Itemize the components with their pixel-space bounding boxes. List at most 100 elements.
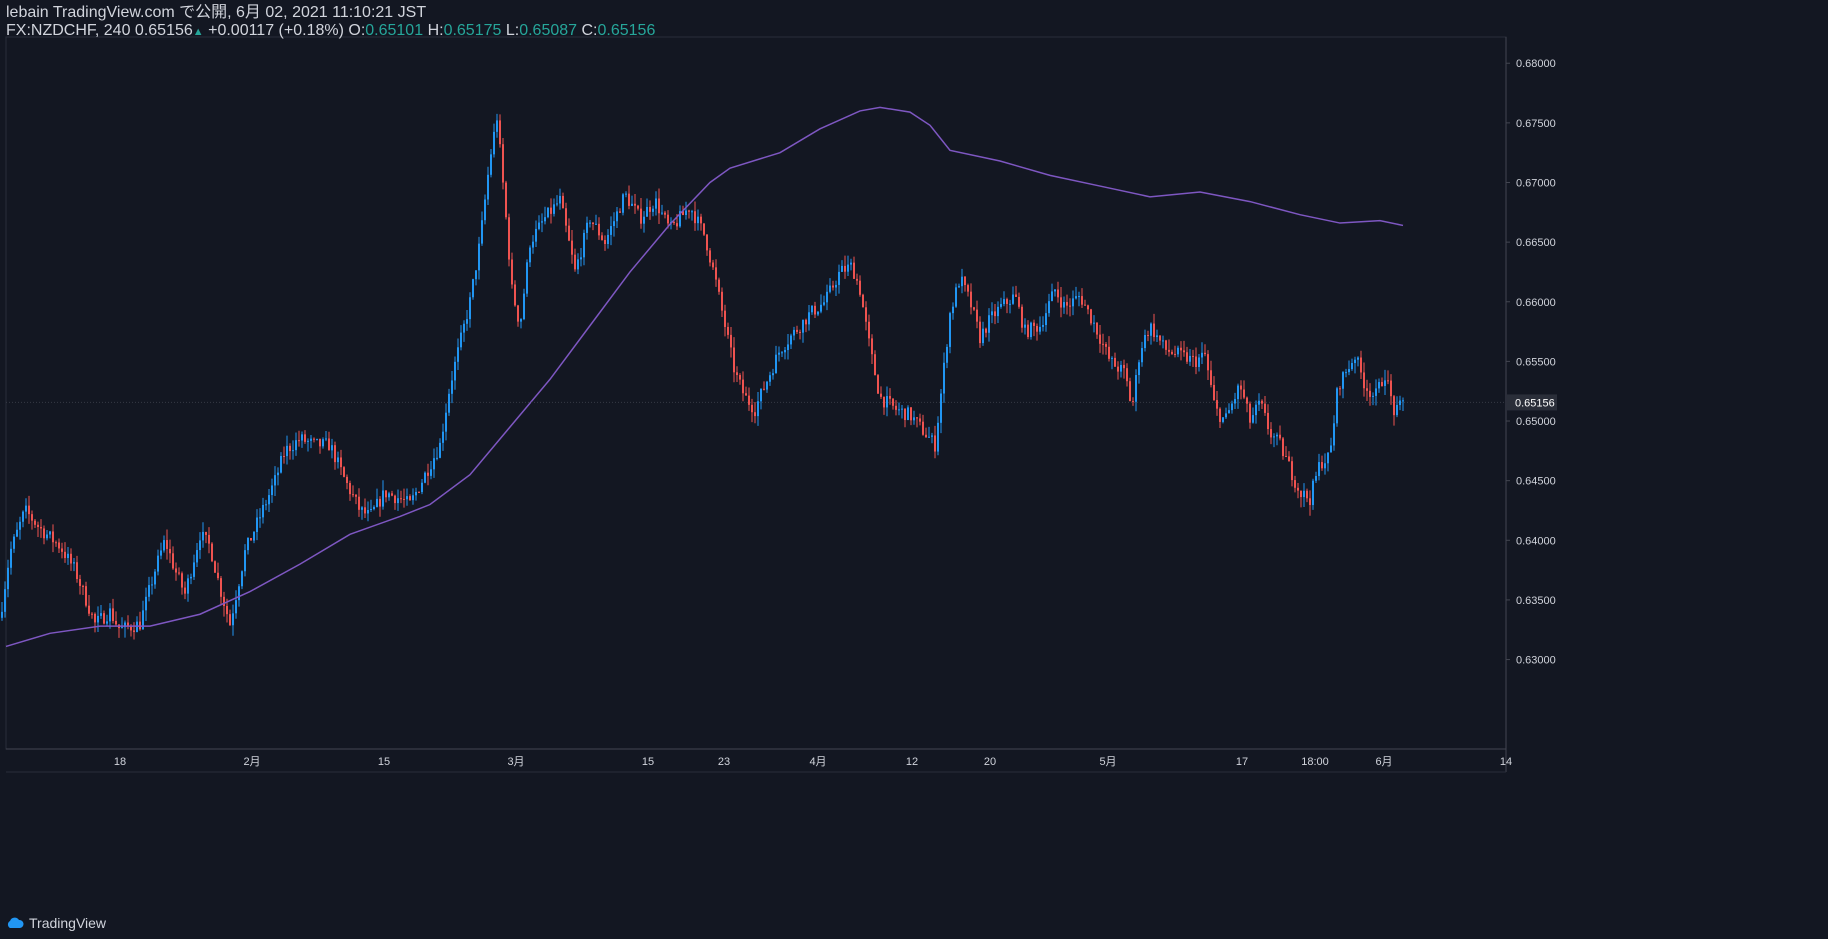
candle-body: [907, 407, 909, 421]
candle-body: [868, 321, 870, 339]
candle-body: [82, 585, 84, 587]
candle-body: [274, 475, 276, 486]
candle-body: [1318, 462, 1320, 476]
candle-body: [46, 534, 48, 539]
candle-body: [538, 222, 540, 229]
candle-body: [796, 329, 798, 332]
time-tick-label: 3月: [507, 756, 524, 768]
candle-body: [625, 193, 627, 195]
candle-body: [169, 548, 171, 554]
candle-body: [523, 293, 525, 320]
candle-body: [1000, 304, 1002, 307]
candle-body: [613, 221, 615, 227]
candle-body: [1267, 412, 1269, 430]
candle-body: [949, 313, 951, 347]
candle-body: [751, 404, 753, 413]
tradingview-logo[interactable]: TradingView: [6, 915, 106, 931]
candle-body: [517, 305, 519, 322]
candle-body: [688, 210, 690, 212]
symbol-label[interactable]: FX:NZDCHF, 240: [6, 22, 130, 39]
candle-body: [178, 572, 180, 574]
candle-body: [1312, 480, 1314, 506]
candle-body: [1273, 436, 1275, 438]
candle-body: [1330, 445, 1332, 453]
time-tick-label: 17: [1236, 756, 1248, 768]
candle-body: [1234, 399, 1236, 404]
candle-body: [1108, 346, 1110, 359]
candle-body: [712, 262, 714, 268]
candle-body: [301, 434, 303, 441]
candle-body: [829, 285, 831, 292]
candle-body: [1291, 461, 1293, 481]
candle-body: [385, 490, 387, 498]
price-tick-label: 0.65500: [1516, 356, 1556, 368]
candle-body: [508, 217, 510, 260]
candle-body: [1165, 340, 1167, 350]
candle-body: [1174, 353, 1176, 355]
candle-body: [163, 540, 165, 551]
candle-body: [970, 291, 972, 308]
candle-body: [1189, 355, 1191, 362]
candle-body: [532, 241, 534, 248]
candle-body: [655, 198, 657, 209]
time-tick-label: 6月: [1375, 756, 1392, 768]
candle-body: [418, 491, 420, 493]
candle-body: [466, 319, 468, 324]
candle-body: [10, 548, 12, 568]
candle-body: [781, 352, 783, 354]
candle-body: [1120, 364, 1122, 372]
candle-body: [721, 291, 723, 311]
candle-body: [649, 206, 651, 212]
candle-body: [793, 329, 795, 336]
candle-body: [850, 262, 852, 265]
candle-body: [49, 531, 51, 535]
candle-body: [1252, 415, 1254, 423]
candle-body: [790, 335, 792, 345]
candle-body: [421, 482, 423, 493]
candle-body: [799, 331, 801, 333]
brand-name: TradingView: [29, 915, 107, 931]
candle-body: [1117, 366, 1119, 372]
candle-body: [598, 223, 600, 236]
candle-body: [325, 438, 327, 440]
candle-body: [1180, 347, 1182, 351]
candle-body: [484, 199, 486, 221]
candle-body: [964, 276, 966, 286]
candle-body: [220, 578, 222, 597]
candle-body: [412, 495, 414, 501]
candle-body: [16, 529, 18, 537]
candle-body: [1198, 357, 1200, 367]
candle-body: [64, 551, 66, 559]
price-tick-label: 0.67000: [1516, 178, 1556, 190]
candle-body: [1237, 385, 1239, 400]
candle-body: [928, 436, 930, 438]
candle-body: [148, 585, 150, 597]
candle-body: [112, 608, 114, 621]
candle-body: [388, 493, 390, 498]
candle-body: [1171, 351, 1173, 354]
candle-body: [742, 379, 744, 394]
candle-body: [817, 311, 819, 315]
candle-body: [586, 222, 588, 233]
candle-body: [916, 417, 918, 419]
candle-body: [361, 507, 363, 510]
candle-body: [535, 228, 537, 242]
candle-body: [853, 262, 855, 279]
candle-body: [571, 240, 573, 255]
candle-body: [67, 553, 69, 559]
candle-body: [40, 527, 42, 529]
candle-body: [922, 421, 924, 435]
candle-body: [457, 347, 459, 362]
candle-body: [1276, 434, 1278, 437]
price-chart[interactable]: 0.63000 0.63500 0.64000 0.64500 0.65000 0.655…: [0, 0, 1828, 939]
candle-body: [1297, 487, 1299, 491]
candle-body: [1333, 423, 1335, 446]
candle-body: [892, 398, 894, 406]
svg-text:0.65156: 0.65156: [1515, 397, 1555, 409]
candle-body: [442, 431, 444, 443]
candle-body: [943, 362, 945, 394]
candle-body: [214, 561, 216, 573]
candle-body: [1342, 372, 1344, 389]
time-tick-label: 15: [642, 756, 654, 768]
candle-body: [661, 212, 663, 214]
